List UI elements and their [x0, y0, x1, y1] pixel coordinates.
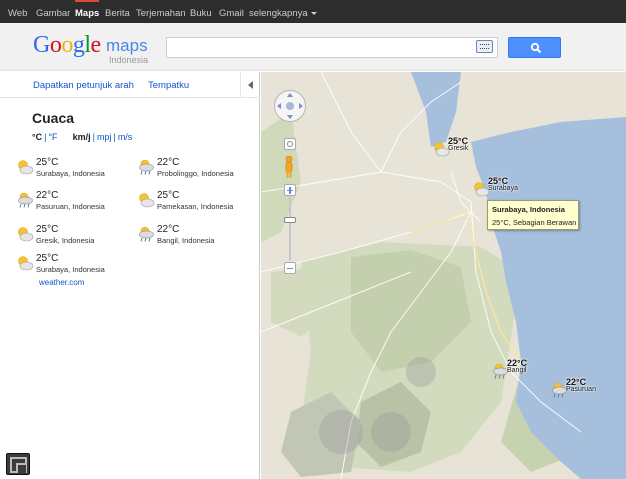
marker-tooltip: Surabaya, Indonesia 25°C, Sebagian Beraw… — [487, 200, 579, 230]
zoom-in-button[interactable] — [284, 184, 296, 196]
collapse-panel-button[interactable] — [240, 72, 260, 98]
map-terrain — [261, 72, 626, 479]
unit-fahrenheit[interactable]: °F — [48, 132, 57, 142]
weather-temp: 25°C — [36, 224, 59, 235]
weather-place: Gresik, Indonesia — [36, 236, 95, 245]
chevron-left-icon — [248, 81, 253, 89]
nav-translate[interactable]: Terjemahan — [136, 0, 186, 23]
weather-place: Probolinggo, Indonesia — [157, 169, 234, 178]
marker-place: Surabaya — [488, 185, 518, 192]
weather-source-link[interactable]: weather.com — [39, 278, 84, 287]
weather-temp: 22°C — [157, 224, 180, 235]
unit-ms[interactable]: m/s — [118, 132, 133, 142]
weather-temp: 25°C — [157, 190, 180, 201]
unit-kmh[interactable]: km/j — [73, 132, 91, 142]
weather-temp: 22°C — [157, 157, 180, 168]
search-input[interactable] — [166, 37, 498, 58]
weather-item[interactable]: 22°C Bangil, Indonesia — [137, 224, 255, 255]
weather-place: Pasuruan, Indonesia — [36, 202, 105, 211]
weather-place: Surabaya, Indonesia — [36, 169, 105, 178]
my-places-link[interactable]: Tempatku — [148, 80, 189, 91]
zoom-handle[interactable] — [284, 217, 296, 223]
marker-place: Gresik — [448, 145, 469, 152]
marker-place: Pasuruan — [566, 386, 596, 393]
top-navigation-bar: Web Gambar Maps Berita Terjemahan Buku G… — [0, 0, 626, 23]
partly-cloudy-icon — [18, 160, 34, 175]
nav-more-label: selengkapnya — [249, 8, 308, 19]
fullscreen-icon[interactable] — [6, 453, 30, 475]
nav-maps[interactable]: Maps — [75, 0, 100, 23]
compass-button[interactable] — [284, 138, 296, 150]
marker-place: Bangil — [507, 367, 527, 374]
search-button[interactable] — [508, 37, 561, 58]
nav-news[interactable]: Berita — [105, 0, 130, 23]
nav-images[interactable]: Gambar — [36, 0, 70, 23]
nav-web[interactable]: Web — [8, 0, 27, 23]
weather-item[interactable]: 25°C Surabaya, Indonesia — [16, 157, 134, 188]
weather-temp: 25°C — [36, 157, 59, 168]
weather-place: Bangil, Indonesia — [157, 236, 215, 245]
keyboard-icon[interactable] — [476, 40, 493, 53]
header: Google maps Indonesia — [0, 23, 626, 71]
pegman-icon[interactable] — [283, 155, 295, 179]
map-canvas[interactable]: 25°C Gresik 25°C Surabaya 22°C Bangil 22… — [261, 72, 626, 479]
weather-title: Cuaca — [32, 110, 75, 126]
unit-separator: | — [92, 132, 95, 142]
region-label: Indonesia — [109, 55, 149, 65]
unit-separator: | — [44, 132, 47, 142]
rain-icon — [139, 159, 154, 175]
dropdown-arrow-icon — [310, 11, 317, 15]
weather-place: Pamekasan, Indonesia — [157, 202, 234, 211]
panel-links: Dapatkan petunjuk arah Tempatku — [0, 72, 260, 98]
partly-cloudy-icon — [18, 227, 34, 242]
rain-icon — [18, 192, 33, 208]
zoom-slider[interactable] — [284, 184, 296, 276]
directions-link[interactable]: Dapatkan petunjuk arah — [33, 80, 134, 91]
unit-celsius[interactable]: °C — [32, 132, 42, 142]
partly-cloudy-icon — [139, 193, 155, 208]
weather-item[interactable]: 22°C Probolinggo, Indonesia — [137, 157, 255, 188]
unit-separator: | — [113, 132, 116, 142]
magnifier-icon — [530, 42, 542, 54]
maps-product-name: maps — [106, 36, 148, 55]
tooltip-title: Surabaya, Indonesia — [492, 205, 565, 214]
rain-icon — [139, 226, 154, 242]
weather-temp: 25°C — [36, 253, 59, 264]
weather-item[interactable]: 22°C Pasuruan, Indonesia — [16, 190, 134, 221]
nav-books[interactable]: Buku — [190, 0, 212, 23]
zoom-out-button[interactable] — [284, 262, 296, 274]
weather-place: Surabaya, Indonesia — [36, 265, 105, 274]
weather-units: °C | °F km/j | mpj | m/s — [32, 132, 132, 142]
nav-gmail[interactable]: Gmail — [219, 0, 244, 23]
google-logo[interactable]: Google — [33, 32, 101, 59]
nav-more[interactable]: selengkapnya — [249, 0, 317, 23]
tooltip-detail: 25°C, Sebagian Berawan — [492, 218, 577, 227]
weather-item[interactable]: 25°C Pamekasan, Indonesia — [137, 190, 255, 221]
weather-temp: 22°C — [36, 190, 59, 201]
side-panel: Dapatkan petunjuk arah Tempatku Cuaca °C… — [0, 72, 260, 479]
partly-cloudy-icon — [18, 256, 34, 271]
weather-item[interactable]: 25°C Gresik, Indonesia — [16, 224, 134, 255]
pan-control[interactable] — [273, 89, 307, 123]
unit-mph[interactable]: mpj — [97, 132, 112, 142]
